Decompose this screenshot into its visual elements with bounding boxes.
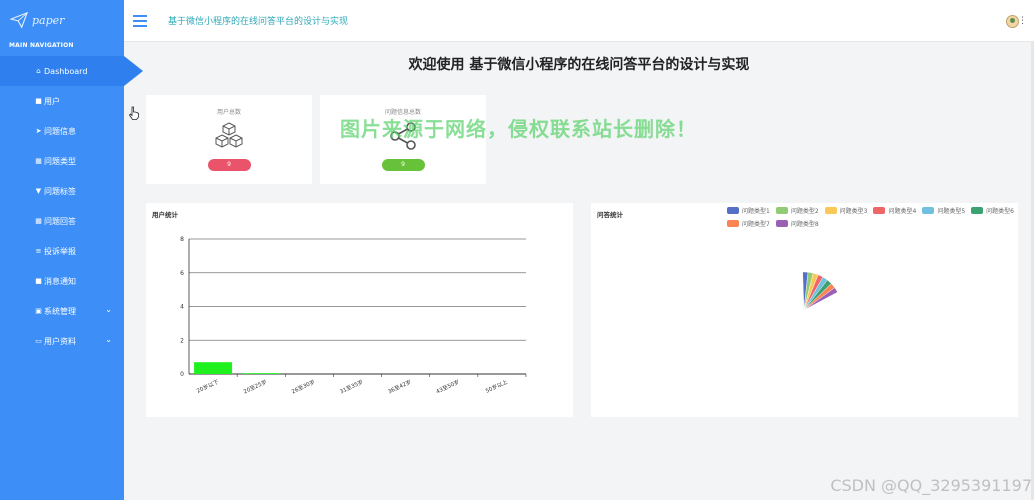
sidebar-item-label: 问题信息 xyxy=(44,126,76,136)
sidebar-item-1[interactable]: ■ 用户 xyxy=(0,86,124,116)
y-tick-label: 8 xyxy=(180,236,184,243)
send-icon: ➤ xyxy=(35,127,42,135)
sidebar-item-6[interactable]: ≡ 投诉举报 xyxy=(0,236,124,266)
grid-icon: ▦ xyxy=(35,157,42,165)
sidebar-item-9[interactable]: ▭ 用户资料 ⌄ xyxy=(0,326,124,356)
sidebar-item-8[interactable]: ▣ 系统管理 ⌄ xyxy=(0,296,124,326)
sidebar-item-7[interactable]: ■ 消息通知 xyxy=(0,266,124,296)
sidebar-item-label: 消息通知 xyxy=(44,276,76,286)
bar[interactable] xyxy=(194,362,233,374)
y-tick-label: 0 xyxy=(180,371,184,378)
bar[interactable] xyxy=(242,373,281,374)
stat-card-users: 用户总数 9 xyxy=(146,95,312,184)
sidebar-item-0[interactable]: ⌂ Dashboard xyxy=(0,56,143,86)
x-tick-label: 20岁以下 xyxy=(195,377,220,394)
x-tick-label: 26至30岁 xyxy=(290,378,316,396)
tag-icon: ▼ xyxy=(35,187,42,195)
x-tick-label: 31至35岁 xyxy=(338,378,364,396)
sidebar-item-label: 用户资料 xyxy=(44,336,76,346)
chevron-down-icon: ⌄ xyxy=(105,305,112,314)
paper-plane-icon xyxy=(10,11,28,29)
sidebar-item-label: 用户 xyxy=(44,96,60,106)
welcome-title: 欢迎使用 基于微信小程序的在线问答平台的设计与实现 xyxy=(408,57,750,73)
logo[interactable]: paper xyxy=(0,0,124,40)
sidebar-item-label: 问题回答 xyxy=(44,216,76,226)
stat-badge-questions: 9 xyxy=(381,159,425,171)
stat-label: 用户总数 xyxy=(216,109,241,116)
sidebar-item-label: 问题类型 xyxy=(44,156,76,166)
sidebar-item-label: 系统管理 xyxy=(44,306,76,316)
sidebar-item-5[interactable]: ▦ 问题回答 xyxy=(0,206,124,236)
sidebar-item-label: 问题标签 xyxy=(44,186,76,196)
sidebar: paper MAIN NAVIGATION ⌂ Dashboard ■ 用户 ➤ 问题信息… xyxy=(0,0,143,500)
header: 基于微信小程序的在线问答平台的设计与实现 ⋮ xyxy=(124,0,1034,42)
sidebar-item-label: Dashboard xyxy=(44,66,88,76)
sidebar-item-3[interactable]: ▦ 问题类型 xyxy=(0,146,124,176)
lock-icon: ▣ xyxy=(35,307,42,315)
x-tick-label: 36至42岁 xyxy=(386,378,412,396)
csdn-watermark: CSDN @QQ_3295391197 xyxy=(830,476,1032,495)
hand-cursor-icon xyxy=(128,106,139,120)
user-bar-chart: 0 2 4 6 8 20岁以下 20至25岁 26至30岁 31至35岁 36至42岁 43至50岁… xyxy=(180,236,527,396)
sidebar-item-2[interactable]: ➤ 问题信息 xyxy=(0,116,124,146)
list-icon: ≡ xyxy=(35,247,42,255)
logo-text: paper xyxy=(32,13,65,27)
y-tick-label: 2 xyxy=(180,337,184,344)
id-card-icon: ▭ xyxy=(35,337,42,345)
y-tick-label: 4 xyxy=(180,304,184,311)
grid-icon: ▦ xyxy=(35,217,42,225)
message-icon: ■ xyxy=(35,277,42,285)
y-tick-label: 6 xyxy=(180,270,184,277)
qa-stats-panel: 问答统计 问题类型1 问题类型2 问题类型3 问题类型4 问题类型5 问题类型6 问题类型7… xyxy=(591,203,1018,417)
chevron-down-icon: ⌄ xyxy=(105,335,112,344)
hamburger-menu-icon[interactable] xyxy=(133,14,147,27)
more-vertical-icon[interactable]: ⋮ xyxy=(1018,16,1027,26)
x-tick-label: 20至25岁 xyxy=(242,378,268,396)
user-icon: ■ xyxy=(35,97,42,105)
sidebar-menu: ⌂ Dashboard ■ 用户 ➤ 问题信息 ▦ 问题类型 ▼ 问题标签 ▦ 问题回答 ≡ 投诉举报 ■ 消… xyxy=(0,56,143,356)
x-tick-label: 50岁以上 xyxy=(484,377,509,394)
nav-caption: MAIN NAVIGATION xyxy=(9,42,74,49)
home-icon: ⌂ xyxy=(36,67,41,75)
user-stats-panel: 用户统计 0 2 4 6 8 20岁以下 20至25岁 26至30岁 31至35岁 36至42岁 4… xyxy=(146,203,573,417)
x-tick-label: 43至50岁 xyxy=(435,378,461,396)
stat-badge-users: 9 xyxy=(207,159,251,171)
sidebar-item-4[interactable]: ▼ 问题标签 xyxy=(0,176,124,206)
image-watermark: 图片来源于网络，侵权联系站长删除！ xyxy=(340,117,697,141)
sidebar-item-label: 投诉举报 xyxy=(44,246,76,256)
qa-pie-chart xyxy=(802,271,838,311)
cubes-icon xyxy=(215,122,243,148)
header-title: 基于微信小程序的在线问答平台的设计与实现 xyxy=(168,17,349,27)
